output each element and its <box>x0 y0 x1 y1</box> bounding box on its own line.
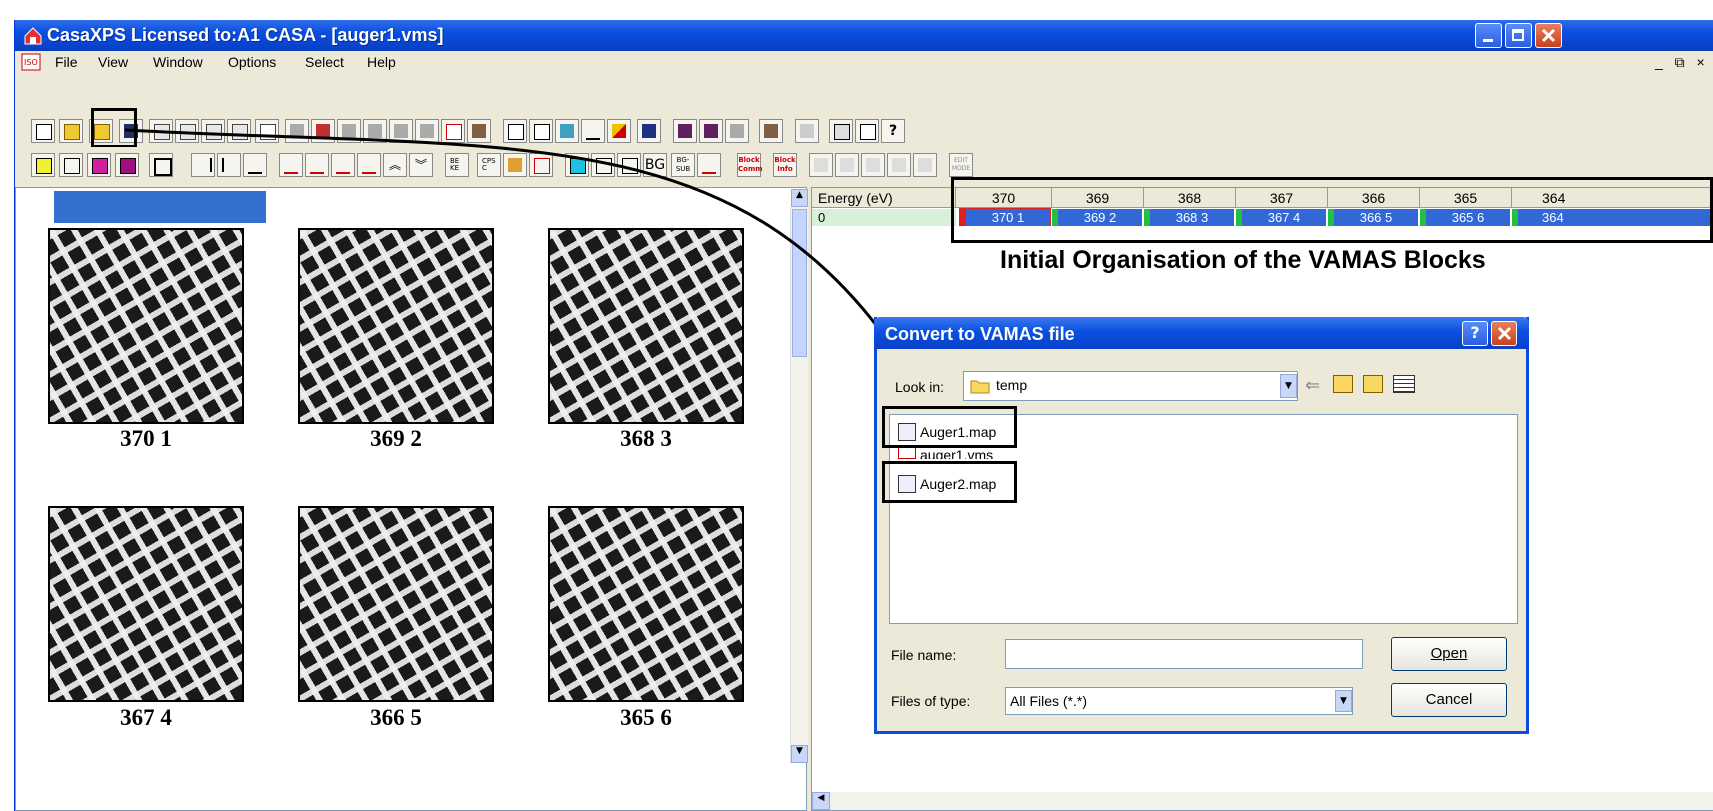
file-name-input[interactable] <box>1005 639 1363 669</box>
look-in-value: temp <box>996 377 1028 393</box>
dialog-close-button[interactable] <box>1491 321 1517 346</box>
dialog-title: Convert to VAMAS file <box>885 324 1075 344</box>
convert-dialog: Convert to VAMAS file ? Look in: temp ▼ … <box>874 317 1529 734</box>
up-folder-icon[interactable] <box>1333 375 1353 393</box>
close-icon <box>1497 326 1512 341</box>
look-in-dropdown[interactable]: temp ▼ <box>963 371 1298 401</box>
look-in-label: Look in: <box>895 379 945 395</box>
file-name-label: File name: <box>891 647 957 663</box>
open-button[interactable]: Open <box>1391 637 1507 671</box>
folder-icon <box>970 380 990 394</box>
files-of-type-value: All Files (*.*) <box>1010 693 1088 709</box>
new-folder-icon[interactable] <box>1363 375 1383 393</box>
file-item[interactable]: auger1.vms <box>920 447 993 459</box>
file-list[interactable]: Auger1.map auger1.vms Auger2.map <box>882 406 1518 624</box>
files-of-type-dropdown[interactable]: All Files (*.*) ▼ <box>1005 687 1353 715</box>
file-highlight-box <box>882 461 1017 503</box>
files-of-type-label: Files of type: <box>891 693 971 709</box>
dialog-title-bar[interactable]: Convert to VAMAS file ? <box>874 317 1529 349</box>
cancel-button[interactable]: Cancel <box>1391 683 1507 717</box>
file-highlight-box <box>882 406 1017 448</box>
dialog-help-button[interactable]: ? <box>1462 321 1488 346</box>
chevron-down-icon[interactable]: ▼ <box>1280 374 1297 398</box>
help-icon: ? <box>1470 323 1480 342</box>
back-icon[interactable]: ⇐ <box>1305 375 1320 396</box>
view-menu-icon[interactable] <box>1393 375 1415 393</box>
chevron-down-icon[interactable]: ▼ <box>1335 690 1352 712</box>
